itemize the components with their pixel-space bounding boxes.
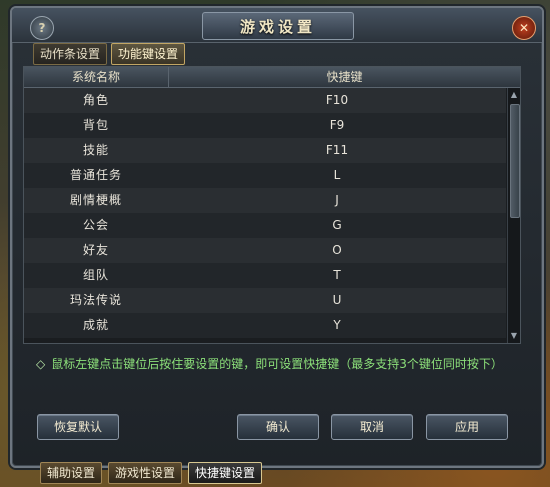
cancel-button[interactable]: 取消 [331, 414, 413, 440]
diamond-bullet-icon: ◇ [36, 357, 46, 371]
system-name-cell: 剧情梗概 [69, 193, 122, 207]
scroll-up-arrow-icon[interactable]: ▲ [509, 90, 519, 100]
system-name-cell: 好友 [82, 243, 109, 257]
system-name-cell: 组队 [82, 268, 109, 282]
close-button[interactable]: ✕ [512, 16, 536, 40]
system-name-cell: 技能 [82, 143, 109, 157]
window-title: 游戏设置 [239, 18, 316, 36]
table-row[interactable]: 技能 F11 [24, 138, 506, 163]
table-row[interactable]: 好友 O [24, 238, 506, 263]
table-row[interactable]: 玛法传说 U [24, 288, 506, 313]
system-name-cell: 普通任务 [69, 168, 122, 182]
hotkey-cell[interactable]: F11 [168, 138, 506, 163]
hotkey-table: 系统名称 快捷键 角色 F10 背包 F9 技能 F11 普通任务 L 剧情梗概… [23, 66, 521, 344]
restore-defaults-button[interactable]: 恢复默认 [37, 414, 119, 440]
vertical-scrollbar[interactable]: ▲ ▼ [507, 88, 520, 343]
tab-function-key-settings[interactable]: 功能键设置 [111, 43, 186, 65]
column-header-system-name: 系统名称 [24, 67, 169, 87]
title-plate: 游戏设置 [202, 12, 354, 40]
bottom-tab-row: 辅助设置 游戏性设置 快捷键设置 [40, 462, 263, 484]
table-row[interactable]: 角色 F10 [24, 88, 506, 113]
tab-gameplay-settings[interactable]: 游戏性设置 [108, 462, 183, 484]
title-bar: ? 游戏设置 ✕ [12, 8, 542, 43]
apply-button[interactable]: 应用 [426, 414, 508, 440]
question-icon: ? [38, 21, 46, 35]
column-header-hotkey: 快捷键 [326, 70, 363, 84]
hotkey-cell[interactable]: F9 [168, 113, 506, 138]
hotkey-cell[interactable]: Y [168, 313, 506, 338]
confirm-button[interactable]: 确认 [237, 414, 319, 440]
hotkey-cell[interactable]: J [168, 188, 506, 213]
hotkey-cell[interactable]: O [168, 238, 506, 263]
help-button[interactable]: ? [30, 16, 54, 40]
hotkey-cell[interactable]: F10 [168, 88, 506, 113]
hint-text: ◇ 鼠标左键点击键位后按住要设置的键，即可设置快捷键（最多支持3个键位同时按下） [36, 356, 522, 372]
table-row[interactable]: 剧情梗概 J [24, 188, 506, 213]
hotkey-cell[interactable]: U [168, 288, 506, 313]
table-row[interactable]: 背包 F9 [24, 113, 506, 138]
table-row[interactable]: 组队 T [24, 263, 506, 288]
scroll-down-arrow-icon[interactable]: ▼ [509, 331, 519, 341]
tab-row: 动作条设置 功能键设置 [33, 43, 186, 65]
system-name-cell: 公会 [82, 218, 109, 232]
table-row[interactable]: 普通任务 L [24, 163, 506, 188]
table-body: 角色 F10 背包 F9 技能 F11 普通任务 L 剧情梗概 J 公会 G 好… [24, 88, 506, 338]
scroll-thumb[interactable] [510, 104, 520, 218]
table-row[interactable]: 公会 G [24, 213, 506, 238]
table-header: 系统名称 快捷键 [24, 67, 520, 88]
system-name-cell: 角色 [82, 93, 109, 107]
tab-assist-settings[interactable]: 辅助设置 [40, 462, 103, 484]
tab-action-bar-settings[interactable]: 动作条设置 [33, 43, 108, 65]
hint-message: 鼠标左键点击键位后按住要设置的键，即可设置快捷键（最多支持3个键位同时按下） [51, 357, 503, 371]
system-name-cell: 成就 [82, 318, 109, 332]
hotkey-cell[interactable]: T [168, 263, 506, 288]
system-name-cell: 玛法传说 [69, 293, 122, 307]
tab-hotkey-settings[interactable]: 快捷键设置 [188, 462, 263, 484]
system-name-cell: 背包 [82, 118, 109, 132]
hotkey-cell[interactable]: G [168, 213, 506, 238]
hotkey-cell[interactable]: L [168, 163, 506, 188]
close-icon: ✕ [518, 21, 530, 35]
table-row[interactable]: 成就 Y [24, 313, 506, 338]
